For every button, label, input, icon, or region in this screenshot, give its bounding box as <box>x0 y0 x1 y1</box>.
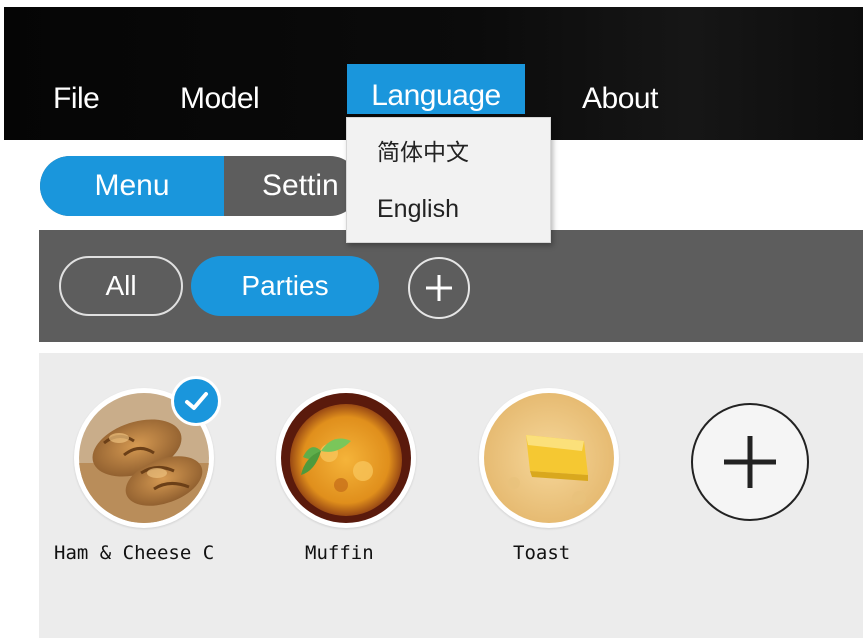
add-item-button[interactable] <box>691 403 809 521</box>
item-toast-label: Toast <box>513 542 571 564</box>
add-category-button[interactable] <box>408 257 470 319</box>
category-parties-chip[interactable]: Parties <box>191 256 379 316</box>
item-muffin[interactable] <box>276 388 416 528</box>
language-dropdown: 简体中文 English <box>346 117 551 243</box>
menu-about[interactable]: About <box>582 81 658 121</box>
items-panel: Ham & Cheese C Muffin Toast <box>39 353 863 638</box>
main-tabs: Menu Settin <box>40 156 360 216</box>
toast-image <box>484 393 614 523</box>
plus-icon <box>426 275 452 301</box>
muffin-image <box>281 393 411 523</box>
tab-menu[interactable]: Menu <box>40 156 224 216</box>
language-option-chinese[interactable]: 简体中文 <box>377 133 469 167</box>
item-muffin-label: Muffin <box>305 542 374 564</box>
plus-icon <box>724 436 776 488</box>
tab-settings[interactable]: Settin <box>262 156 339 216</box>
category-bar: All Parties <box>39 230 863 342</box>
menu-file[interactable]: File <box>53 81 100 121</box>
checkmark-icon <box>185 392 208 410</box>
menu-language[interactable]: Language <box>347 64 525 114</box>
language-option-english[interactable]: English <box>377 195 459 224</box>
item-toast[interactable] <box>479 388 619 528</box>
selected-check-badge <box>171 376 221 426</box>
menu-model[interactable]: Model <box>180 81 260 121</box>
item-croissant-label: Ham & Cheese C <box>54 542 215 564</box>
category-all-chip[interactable]: All <box>59 256 183 316</box>
